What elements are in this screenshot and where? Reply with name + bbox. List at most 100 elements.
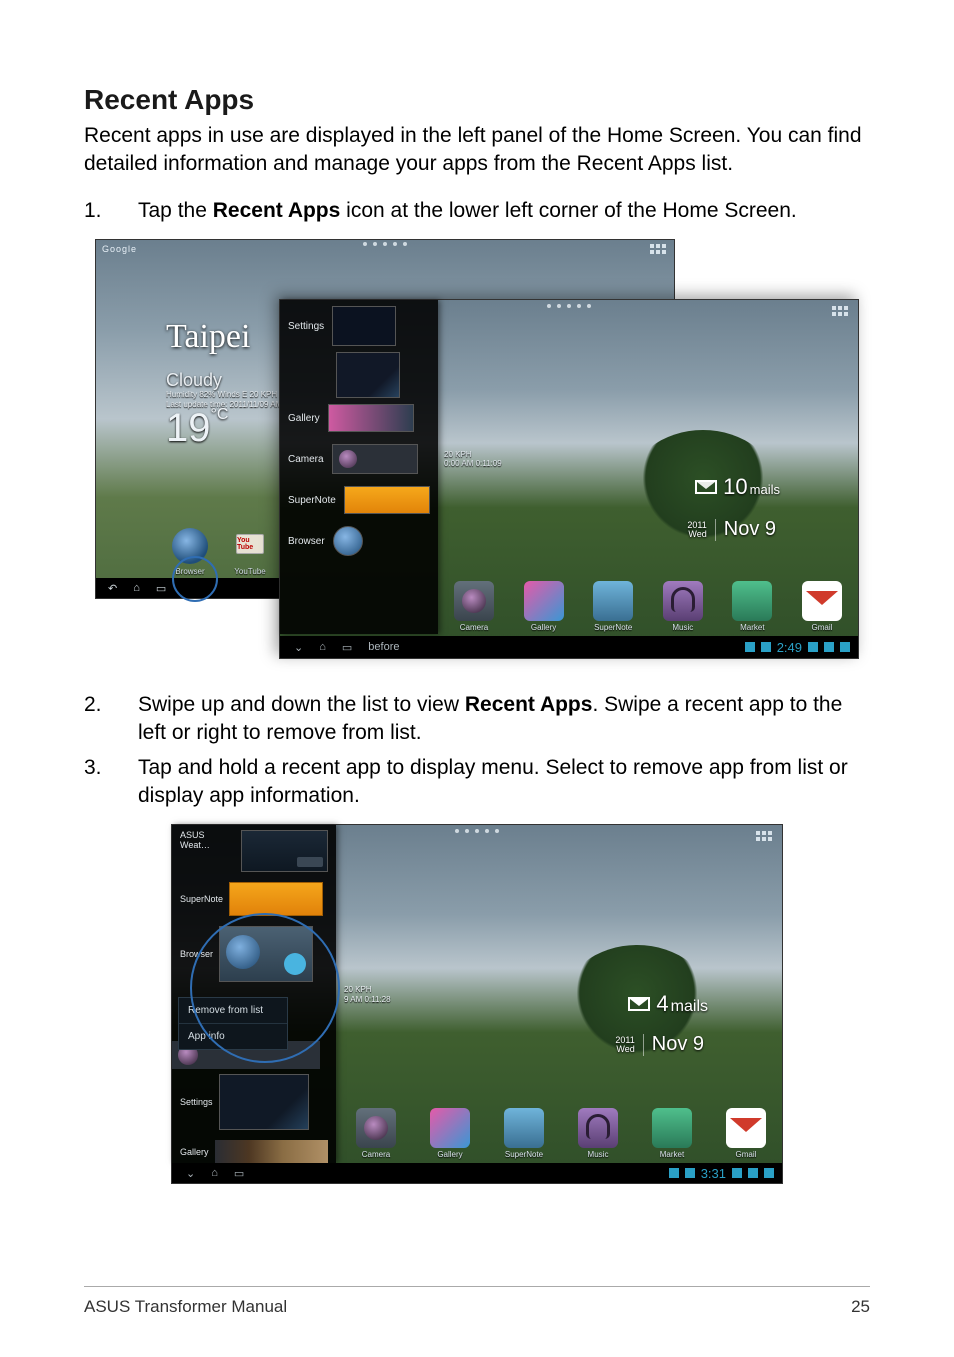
step-1-number: 1. — [84, 197, 138, 225]
recent-apps-panel[interactable]: Settings Gallery Camera SuperNote — [280, 300, 438, 634]
recent-item-asus-weather[interactable]: ASUS Weat… — [172, 825, 336, 877]
apps-grid-icon[interactable] — [650, 244, 666, 254]
dock-market[interactable]: Market — [728, 581, 776, 632]
music-icon — [578, 1108, 618, 1148]
recent-item-label: Camera — [288, 454, 324, 465]
step-1-bold: Recent Apps — [213, 199, 341, 222]
dock-label: Camera — [450, 623, 498, 632]
context-menu: Remove from list App info — [178, 997, 288, 1050]
recent-apps-panel[interactable]: ASUS Weat… SuperNote Browser Settings — [172, 825, 336, 1163]
supernote-thumbnail-icon — [344, 486, 430, 514]
supernote-icon — [593, 581, 633, 621]
dock-camera[interactable]: Camera — [352, 1108, 400, 1159]
recent-item-label: SuperNote — [180, 894, 223, 904]
back-icon[interactable]: ↶ — [108, 582, 117, 595]
notification-status-icon — [840, 642, 850, 652]
weather-overlay-kph: 20 KPH — [444, 450, 472, 459]
weather-overlay-small: 20 KPH 9 AM 0:11:28 — [344, 985, 391, 1004]
footer-title: ASUS Transformer Manual — [84, 1297, 287, 1317]
dock-supernote[interactable]: SuperNote — [589, 581, 637, 632]
dock-gmail[interactable]: Gmail — [798, 581, 846, 632]
dock-label: SuperNote — [500, 1150, 548, 1159]
mail-count: 4 — [656, 991, 668, 1017]
step-2-bold: Recent Apps — [465, 693, 593, 716]
sdcard-status-icon — [761, 642, 771, 652]
recent-item-browser[interactable]: Browser — [172, 921, 336, 987]
recent-item-browser[interactable]: Browser — [280, 520, 438, 562]
mail-widget[interactable]: 10 mails — [695, 474, 780, 500]
dock-label: Music — [659, 623, 707, 632]
dock-gmail[interactable]: Gmail — [722, 1108, 770, 1159]
date-month-day: Nov 9 — [652, 1033, 704, 1056]
mail-widget[interactable]: 4 mails — [628, 991, 708, 1017]
dock-label: SuperNote — [589, 623, 637, 632]
back-icon[interactable]: ⌄ — [294, 641, 303, 654]
back-icon[interactable]: ⌄ — [186, 1167, 195, 1180]
settings-thumbnail-expanded — [336, 352, 400, 398]
weather-temp: 19°C — [166, 406, 228, 451]
recent-apps-icon[interactable]: ▭ — [342, 641, 352, 654]
step-1: 1. Tap the Recent Apps icon at the lower… — [84, 197, 870, 225]
date-month-day: Nov 9 — [724, 518, 776, 541]
dock-gallery[interactable]: Gallery — [520, 581, 568, 632]
recent-item-supernote[interactable]: SuperNote — [172, 877, 336, 921]
recent-item-label: Browser — [288, 536, 325, 547]
dock-gallery[interactable]: Gallery — [426, 1108, 474, 1159]
home-icon[interactable]: ⌂ — [211, 1167, 218, 1180]
battery-status-icon — [824, 642, 834, 652]
apps-grid-icon[interactable] — [756, 831, 772, 841]
home-icon[interactable]: ⌂ — [319, 641, 326, 654]
dock-music[interactable]: Music — [574, 1108, 622, 1159]
recent-item-settings[interactable]: Settings — [280, 300, 438, 352]
recent-apps-icon[interactable]: ▭ — [234, 1167, 244, 1180]
dock-camera[interactable]: Camera — [450, 581, 498, 632]
sdcard-status-icon — [685, 1168, 695, 1178]
dock-music[interactable]: Music — [659, 581, 707, 632]
browser-thumbnail-icon — [333, 526, 363, 556]
date-widget[interactable]: 2011 Wed Nov 9 — [615, 1033, 704, 1056]
dock-label: Camera — [352, 1150, 400, 1159]
google-search-label[interactable]: Google — [102, 244, 137, 254]
menu-app-info[interactable]: App info — [179, 1024, 287, 1049]
gallery-thumbnail-icon — [215, 1140, 328, 1164]
mail-count: 10 — [723, 474, 747, 500]
gmail-icon — [726, 1108, 766, 1148]
recent-item-label: Gallery — [180, 1147, 209, 1157]
browser-shortcut-icon[interactable] — [172, 528, 208, 564]
date-dow: Wed — [615, 1045, 634, 1054]
browser-shortcut-label: Browser — [172, 567, 208, 576]
mail-label: mails — [750, 482, 780, 497]
supernote-icon — [504, 1108, 544, 1148]
recent-item-label: Gallery — [288, 413, 320, 424]
date-widget[interactable]: 2011 Wed Nov 9 — [687, 518, 776, 541]
keyboard-status-icon — [669, 1168, 679, 1178]
recent-item-gallery[interactable]: Gallery — [280, 398, 438, 438]
youtube-shortcut-label: YouTube — [228, 567, 272, 576]
youtube-shortcut-icon[interactable]: You Tube — [236, 534, 264, 554]
dock-market[interactable]: Market — [648, 1108, 696, 1159]
home-icon[interactable]: ⌂ — [133, 582, 140, 594]
dock-supernote[interactable]: SuperNote — [500, 1108, 548, 1159]
recent-apps-icon[interactable]: ▭ — [156, 582, 166, 595]
recent-item-supernote[interactable]: SuperNote — [280, 480, 438, 520]
clock[interactable]: 2:49 — [777, 640, 802, 655]
page-footer: ASUS Transformer Manual 25 — [84, 1286, 870, 1317]
browser-thumbnail-icon — [219, 926, 313, 982]
step-3: 3. Tap and hold a recent app to display … — [84, 754, 870, 811]
screenshot-1: Google Taipei Cloudy Humidity 82% Winds … — [95, 239, 859, 659]
supernote-thumbnail-icon — [229, 882, 323, 916]
menu-remove-from-list[interactable]: Remove from list — [179, 998, 287, 1024]
recent-item-settings[interactable]: Settings — [172, 1069, 336, 1135]
recent-item-label: ASUS Weat… — [180, 830, 235, 850]
page-indicator-icon — [455, 829, 499, 833]
recent-item-camera[interactable]: Camera — [280, 438, 438, 480]
dock-label: Gmail — [798, 623, 846, 632]
weather-overlay-small: 20 KPH 0:00 AM 0:11:09 — [444, 450, 502, 468]
camera-icon — [356, 1108, 396, 1148]
clock[interactable]: 3:31 — [701, 1166, 726, 1181]
gallery-thumbnail-icon — [328, 404, 414, 432]
dock-label: Market — [728, 623, 776, 632]
apps-grid-icon[interactable] — [832, 306, 848, 316]
divider-icon — [643, 1034, 644, 1056]
envelope-icon — [628, 997, 650, 1011]
